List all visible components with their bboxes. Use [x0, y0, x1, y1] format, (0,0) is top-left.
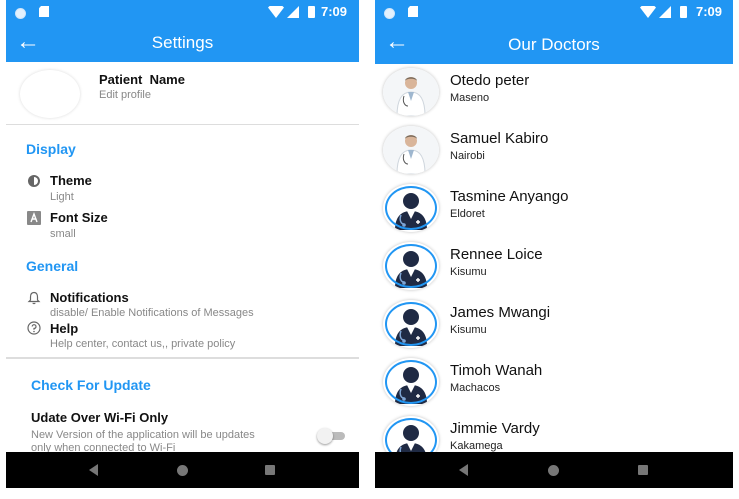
wifi-icon	[268, 6, 284, 18]
nav-recent-apps-icon[interactable]	[638, 465, 648, 475]
signal-icon	[659, 6, 671, 18]
font-size-value: small	[50, 228, 76, 240]
doctor-name: Tasmine Anyango	[450, 188, 569, 205]
clock: 7:09	[696, 4, 723, 19]
doctor-location: Kakamega	[450, 440, 503, 452]
app-bar: ← Our Doctors	[375, 24, 733, 64]
doctor-name: Jimmie Vardy	[450, 420, 540, 437]
clock: 7:09	[321, 4, 348, 19]
sd-card-icon	[408, 6, 418, 17]
doctor-silhouette-icon	[383, 300, 439, 348]
status-bar: 7:09	[375, 0, 733, 24]
avatar-ring	[385, 186, 437, 230]
section-display: Display	[26, 141, 76, 157]
bell-icon	[27, 291, 41, 305]
section-divider	[6, 357, 359, 359]
app-bar: ← Settings	[6, 24, 359, 62]
theme-icon	[27, 174, 41, 188]
nav-back-icon[interactable]	[459, 464, 468, 476]
sd-card-icon	[39, 6, 49, 17]
doctor-name: Otedo peter	[450, 72, 530, 89]
section-check-update: Check For Update	[31, 377, 151, 393]
settings-screen: 7:09 ← Settings Patient Name Edit profil…	[6, 0, 359, 499]
theme-label: Theme	[50, 173, 92, 188]
nav-back-icon[interactable]	[89, 464, 98, 476]
doctor-list-item[interactable]: Rennee Loice Kisumu	[375, 238, 733, 297]
doctor-location: Kisumu	[450, 324, 487, 336]
status-bar: 7:09	[6, 0, 359, 24]
page-title: Our Doctors	[508, 35, 600, 54]
section-general: General	[26, 258, 79, 274]
avatar-ring	[385, 360, 437, 404]
doctor-name: Rennee Loice	[450, 246, 543, 263]
help-description: Help center, contact us,, private policy	[50, 338, 236, 350]
doctor-list-item[interactable]: Samuel Kabiro Nairobi	[375, 122, 733, 181]
theme-value: Light	[50, 191, 74, 203]
notifications-description: disable/ Enable Notifications of Message…	[50, 307, 254, 319]
profile-name: Patient Name	[99, 72, 185, 87]
nav-home-icon[interactable]	[548, 465, 559, 476]
doctor-name: Samuel Kabiro	[450, 130, 549, 147]
doctor-name: James Mwangi	[450, 304, 551, 321]
help-label: Help	[50, 321, 79, 336]
notification-dot-icon	[384, 8, 395, 19]
doctor-photo	[383, 68, 439, 116]
notifications-label: Notifications	[50, 290, 129, 305]
doctor-location: Nairobi	[450, 150, 485, 162]
system-nav-bar	[375, 452, 733, 488]
doctor-location: Eldoret	[450, 208, 485, 220]
doctor-silhouette-icon	[383, 358, 439, 406]
font-size-icon	[27, 211, 41, 225]
doctor-list-item[interactable]: Timoh Wanah Machacos	[375, 354, 733, 413]
doctor-list-item[interactable]: James Mwangi Kisumu	[375, 296, 733, 355]
doctor-list-item[interactable]: Otedo peter Maseno	[375, 64, 733, 123]
wifi-only-toggle[interactable]	[317, 428, 345, 444]
help-icon	[27, 321, 41, 335]
page-title: Settings	[151, 33, 214, 52]
signal-icon	[287, 6, 299, 18]
font-size-label: Font Size	[50, 210, 108, 225]
doctors-screen: 7:09 ← Our Doctors Otedo peter Maseno Samu…	[375, 0, 733, 499]
doctor-location: Machacos	[450, 382, 501, 394]
avatar-ring	[385, 302, 437, 346]
doctor-silhouette-icon	[383, 184, 439, 232]
wifi-icon	[640, 6, 656, 18]
edit-profile-link[interactable]: Edit profile	[99, 89, 151, 101]
doctor-list-item[interactable]: Tasmine Anyango Eldoret	[375, 180, 733, 239]
profile-row[interactable]: Patient Name Edit profile	[6, 62, 359, 125]
doctor-photo	[383, 126, 439, 174]
nav-recent-apps-icon[interactable]	[265, 465, 275, 475]
doctor-silhouette-icon	[383, 242, 439, 290]
notification-dot-icon	[15, 8, 26, 19]
system-nav-bar	[6, 452, 359, 488]
avatar-ring	[385, 244, 437, 288]
battery-icon	[308, 6, 315, 18]
avatar[interactable]	[20, 70, 80, 118]
toggle-knob	[317, 428, 333, 444]
doctor-name: Timoh Wanah	[450, 362, 543, 379]
wifi-only-description: New Version of the application will be u…	[31, 429, 255, 441]
doctor-location: Kisumu	[450, 266, 487, 278]
nav-home-icon[interactable]	[177, 465, 188, 476]
doctor-location: Maseno	[450, 92, 490, 104]
wifi-only-label: Udate Over Wi-Fi Only	[31, 410, 169, 425]
battery-icon	[680, 6, 687, 18]
